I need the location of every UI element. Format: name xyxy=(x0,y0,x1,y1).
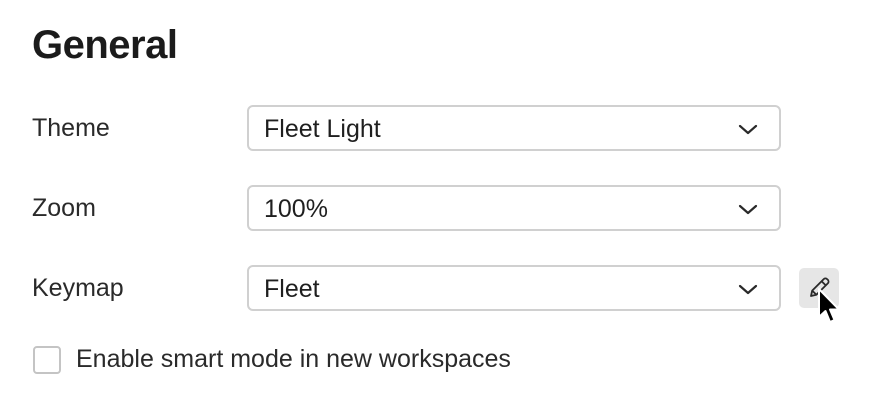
zoom-label: Zoom xyxy=(32,194,96,222)
smart-mode-checkbox[interactable] xyxy=(33,346,61,374)
section-title: General xyxy=(32,23,178,67)
chevron-down-icon xyxy=(738,284,758,295)
keymap-label: Keymap xyxy=(32,274,124,302)
theme-dropdown[interactable]: Fleet Light xyxy=(247,105,781,151)
edit-keymap-button[interactable] xyxy=(799,268,839,308)
chevron-down-icon xyxy=(738,124,758,135)
zoom-dropdown[interactable]: 100% xyxy=(247,185,781,231)
keymap-dropdown-value: Fleet xyxy=(264,275,320,303)
pencil-icon xyxy=(810,277,830,297)
chevron-down-icon xyxy=(738,204,758,215)
keymap-dropdown[interactable]: Fleet xyxy=(247,265,781,311)
theme-label: Theme xyxy=(32,114,110,142)
smart-mode-label[interactable]: Enable smart mode in new workspaces xyxy=(76,344,511,374)
zoom-dropdown-value: 100% xyxy=(264,195,328,223)
theme-dropdown-value: Fleet Light xyxy=(264,115,381,143)
